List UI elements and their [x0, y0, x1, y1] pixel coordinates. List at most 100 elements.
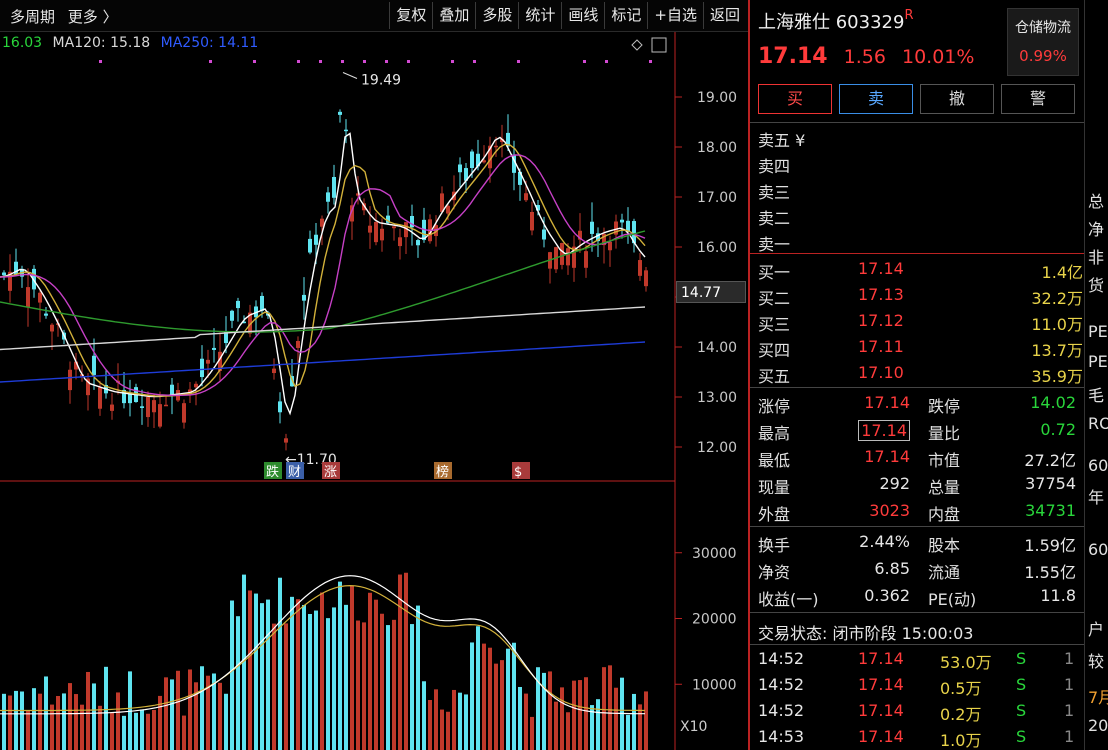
candle-body — [314, 234, 318, 245]
candle-body — [326, 192, 330, 202]
volume-bar — [644, 691, 648, 750]
f10-item: 7月 — [1088, 688, 1108, 707]
stat-limit-down: 跌停 14.02 — [928, 393, 1076, 416]
kline-chart-canvas[interactable]: 19.0018.0017.0016.0015.0014.0013.0012.00… — [0, 32, 748, 750]
volume-bar — [386, 625, 390, 750]
volume-bar — [638, 704, 642, 750]
event-tag-label: $ — [514, 465, 522, 480]
volume-bar — [104, 666, 108, 750]
f10-item: 年 — [1088, 488, 1105, 507]
signal-dot — [385, 60, 388, 63]
event-tag-label: 涨 — [324, 465, 337, 480]
candle-body — [92, 355, 96, 375]
add-watchlist-button[interactable]: +自选 — [647, 2, 703, 29]
candle-body — [494, 145, 498, 148]
ma250-label: MA250: 14.11 — [160, 35, 259, 51]
kline-chart[interactable]: 19.0018.0017.0016.0015.0014.0013.0012.00… — [0, 32, 748, 750]
order-label: 卖一 — [758, 235, 791, 254]
trade-status: 交易状态: 闭市阶段 15:00:03 — [758, 624, 974, 643]
f10-item: 非 — [1088, 248, 1105, 267]
f10-item: 货 — [1088, 276, 1105, 295]
tick-row: 14:52 17.14 53.0万 S 1 — [758, 649, 1076, 672]
volume-bar — [50, 704, 54, 750]
volume-bar — [374, 599, 378, 750]
sector-box[interactable]: 仓储物流 0.99% — [1007, 8, 1079, 76]
stat-low: 最低 17.14 — [758, 447, 910, 470]
volume-bar — [266, 599, 270, 750]
signal-dot — [583, 60, 586, 63]
divider — [750, 122, 1084, 123]
volume-bar — [626, 714, 630, 750]
buy-button[interactable]: 买 — [758, 84, 832, 114]
candle-body — [620, 219, 624, 223]
volume-bar — [500, 660, 504, 750]
volume-bar — [122, 715, 126, 750]
stat-key: 量比 — [928, 424, 961, 443]
stat-key: 外盘 — [758, 505, 791, 524]
volume-bar — [614, 687, 618, 750]
tick-count: 1 — [1064, 701, 1075, 720]
volume-bar — [218, 682, 222, 750]
tick-volume: 0.2万 — [940, 705, 982, 724]
candle-body — [278, 401, 282, 413]
volume-bar — [296, 599, 300, 750]
ma20-line — [0, 154, 646, 397]
volume-bar — [80, 704, 84, 750]
stat-value: 6.85 — [874, 559, 910, 578]
more-menu[interactable]: 更多 〉 — [68, 8, 118, 26]
candle-body — [644, 270, 648, 287]
alert-button[interactable]: 警 — [1001, 84, 1075, 114]
sector-change: 0.99% — [1019, 47, 1067, 65]
ma120-label: MA120: 15.18 — [52, 35, 151, 51]
volume-bar — [434, 689, 438, 750]
price-tick-label: 14.00 — [697, 340, 737, 356]
candle-body — [2, 272, 6, 276]
multi-stock-button[interactable]: 多股 — [475, 2, 518, 29]
order-label: 卖五 ¥ — [758, 131, 806, 150]
volume-bar — [566, 712, 570, 750]
divider — [750, 612, 1084, 613]
event-tag-label: 榜 — [436, 464, 449, 480]
overlay-button[interactable]: 叠加 — [432, 2, 475, 29]
candle-body — [638, 260, 642, 276]
fuquan-button[interactable]: 复权 — [389, 2, 432, 29]
volume-bar — [584, 677, 588, 750]
stat-inner-volume: 内盘 34731 — [928, 501, 1076, 524]
stat-eps: 收益(一) 0.362 — [758, 586, 910, 609]
period-selector[interactable]: 多周期 — [10, 8, 55, 26]
volume-bar — [338, 581, 342, 750]
volume-bar — [320, 592, 324, 750]
volume-bar — [248, 590, 252, 750]
signal-dot — [407, 60, 410, 63]
volume-bar — [56, 695, 60, 750]
price-tick-label: 17.00 — [697, 190, 737, 206]
volume-bar — [140, 709, 144, 750]
stat-value: 34731 — [1025, 501, 1076, 520]
tick-side: S — [1016, 727, 1027, 746]
volume-bar — [602, 667, 606, 750]
back-button[interactable]: 返回 — [702, 2, 746, 29]
volume-bar — [446, 711, 450, 750]
f10-item: 总 — [1088, 192, 1105, 211]
volume-bar — [518, 686, 522, 750]
volume-bar — [152, 709, 156, 750]
tick-price: 17.14 — [858, 701, 904, 720]
candle-body — [38, 292, 42, 303]
stat-key: 涨停 — [758, 397, 791, 416]
order-label: 卖三 — [758, 183, 791, 202]
statistics-button[interactable]: 统计 — [518, 2, 561, 29]
mark-button[interactable]: 标记 — [604, 2, 647, 29]
stat-key: 最高 — [758, 424, 791, 443]
price-tick-label: 16.00 — [697, 240, 737, 256]
volume-bar — [20, 691, 24, 750]
volume-bar — [512, 642, 516, 750]
cancel-order-button[interactable]: 撤 — [920, 84, 994, 114]
f10-item: 净 — [1088, 220, 1105, 239]
order-volume: 13.7万 — [1031, 341, 1083, 360]
signal-dot — [99, 60, 102, 63]
stat-value: 17.14 — [858, 420, 910, 441]
price-tick-label: 19.00 — [697, 90, 737, 106]
tick-price: 17.14 — [858, 649, 904, 668]
draw-line-button[interactable]: 画线 — [561, 2, 604, 29]
sell-button[interactable]: 卖 — [839, 84, 913, 114]
